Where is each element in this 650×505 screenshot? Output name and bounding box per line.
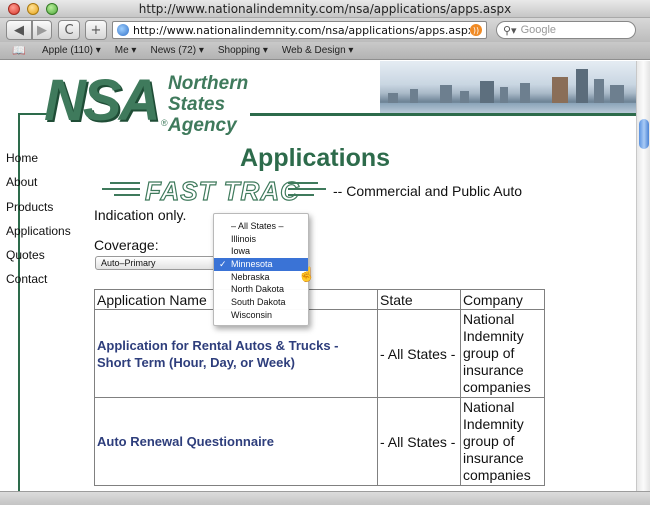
speed-lines-right [288, 182, 328, 200]
state-option-iowa[interactable]: Iowa [214, 245, 308, 258]
header-company: Company [460, 289, 545, 310]
header-state: State [377, 289, 461, 310]
reload-icon: C [64, 22, 74, 38]
scrollbar-thumb[interactable] [639, 119, 649, 149]
browser-window: http://www.nationalindemnity.com/nsa/app… [0, 0, 650, 505]
company-cell: National Indemnity group of insurance co… [460, 309, 545, 398]
status-bar [0, 491, 650, 505]
bookmarks-book-icon[interactable]: 📖 [12, 44, 28, 57]
state-cell: - All States - [377, 397, 461, 486]
table-row: Auto Renewal Questionnaire - All States … [94, 397, 545, 486]
browser-toolbar: ◀ ▶ C + http://www.nationalindemnity.com… [0, 18, 650, 42]
logo-line-1: Northern [168, 73, 249, 94]
coverage-label: Coverage: [94, 237, 159, 253]
vertical-scrollbar[interactable] [636, 61, 650, 491]
registered-mark: ® [161, 118, 168, 128]
state-option-label: Minnesota [231, 259, 273, 270]
speed-lines-left [100, 182, 140, 200]
address-bar[interactable]: http://www.nationalindemnity.com/nsa/app… [112, 21, 487, 39]
site-header: NSA ® Northern States Agency [0, 61, 636, 141]
address-text: http://www.nationalindemnity.com/nsa/app… [133, 23, 470, 37]
application-link-auto-renewal[interactable]: Auto Renewal Questionnaire [97, 434, 274, 449]
rss-icon[interactable]: )) [470, 24, 482, 36]
plus-icon: + [90, 22, 102, 38]
nav-about[interactable]: About [6, 175, 86, 199]
nav-products[interactable]: Products [6, 200, 86, 224]
table-header-row: Application Name State Company [94, 289, 545, 310]
forward-button[interactable]: ▶ [32, 20, 52, 40]
nav-quotes[interactable]: Quotes [6, 248, 86, 272]
search-field[interactable]: ⚲▾ Google [496, 21, 636, 39]
window-title: http://www.nationalindemnity.com/nsa/app… [138, 2, 512, 16]
page-title: Applications [240, 144, 391, 172]
back-button[interactable]: ◀ [6, 20, 32, 40]
nav-home[interactable]: Home [6, 151, 86, 175]
add-bookmark-button[interactable]: + [85, 20, 107, 40]
hand-pointer-icon: ☝ [298, 266, 316, 282]
logo-wordmark: Northern States Agency [168, 73, 248, 136]
state-option-wisconsin[interactable]: Wisconsin [214, 309, 308, 322]
bookmark-news[interactable]: News (72) ▾ [150, 45, 203, 56]
reload-button[interactable]: C [58, 20, 80, 40]
nav-applications[interactable]: Applications [6, 224, 86, 248]
logo-line-3: Agency [168, 115, 237, 136]
indication-note: Indication only. [94, 207, 187, 223]
state-cell: - All States - [377, 309, 461, 398]
logo-line-2: States [168, 94, 226, 115]
site-globe-icon [117, 24, 129, 36]
search-placeholder: Google [520, 24, 557, 36]
forward-arrow-icon: ▶ [37, 22, 47, 38]
applications-table: Application Name State Company Applicati… [94, 289, 545, 486]
fast-trac-subtitle: -- Commercial and Public Auto [333, 183, 523, 199]
application-name-cell: Auto Renewal Questionnaire [94, 397, 378, 486]
coverage-select[interactable]: Auto–Primary [95, 256, 219, 270]
application-link-rental-autos[interactable]: Application for Rental Autos & Trucks - … [97, 338, 338, 370]
fast-trac-logo: FAST TRAC [100, 175, 340, 207]
state-option-south-dakota[interactable]: South Dakota [214, 296, 308, 309]
search-icon: ⚲▾ [503, 24, 517, 37]
page-viewport: NSA ® Northern States Agency Home About … [0, 61, 636, 491]
bookmark-web-design[interactable]: Web & Design ▾ [282, 45, 354, 56]
state-option-nebraska[interactable]: Nebraska [214, 271, 308, 284]
title-bar: http://www.nationalindemnity.com/nsa/app… [0, 0, 650, 18]
nsa-logo-mark[interactable]: NSA [44, 69, 160, 133]
bookmark-apple[interactable]: Apple (110) ▾ [42, 45, 101, 56]
checkmark-icon: ✓ [219, 259, 227, 270]
table-row: Application for Rental Autos & Trucks - … [94, 309, 545, 398]
bookmark-me[interactable]: Me ▾ [115, 45, 137, 56]
header-rule [250, 113, 636, 116]
company-cell: National Indemnity group of insurance co… [460, 397, 545, 486]
state-option-minnesota[interactable]: ✓ Minnesota [214, 258, 308, 271]
city-skyline-image [380, 61, 636, 113]
fast-trac-wordmark: FAST TRAC [144, 175, 300, 206]
nav-contact[interactable]: Contact [6, 272, 86, 296]
state-dropdown-menu[interactable]: – All States – Illinois Iowa ✓ Minnesota … [213, 213, 309, 326]
side-navigation: Home About Products Applications Quotes … [6, 151, 86, 297]
state-option-all[interactable]: – All States – [214, 220, 308, 233]
state-option-illinois[interactable]: Illinois [214, 233, 308, 246]
bookmark-shopping[interactable]: Shopping ▾ [218, 45, 268, 56]
state-option-north-dakota[interactable]: North Dakota [214, 283, 308, 296]
bookmarks-bar: 📖 Apple (110) ▾ Me ▾ News (72) ▾ Shoppin… [0, 42, 650, 60]
back-arrow-icon: ◀ [14, 22, 24, 38]
